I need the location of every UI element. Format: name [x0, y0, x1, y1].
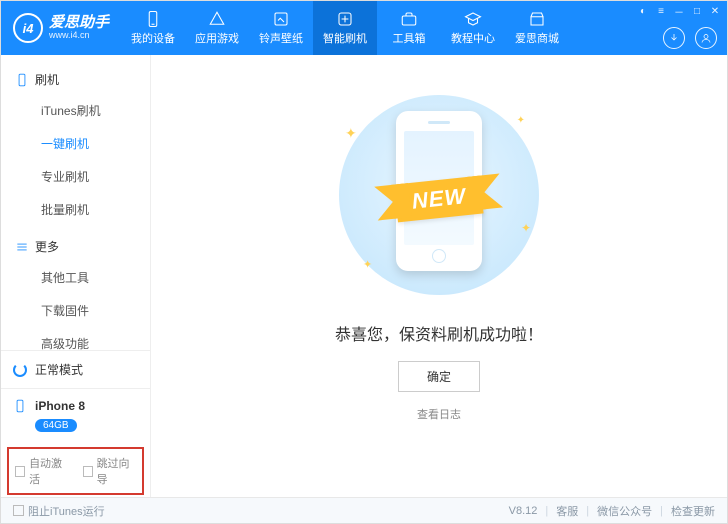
header: i4 爱思助手 www.i4.cn 我的设备 应用游戏 铃声壁纸 智能刷机: [1, 1, 727, 55]
nav-my-device[interactable]: 我的设备: [121, 1, 185, 55]
flash-icon: [335, 10, 355, 28]
main-nav: 我的设备 应用游戏 铃声壁纸 智能刷机 工具箱 教程中心: [121, 1, 569, 55]
sidebar-item-advanced[interactable]: 高级功能: [1, 327, 150, 350]
main-panel: ✦ ✦ ✦ ✦ NEW 恭喜您，保资料刷机成功啦！ 确定 查看日志: [151, 55, 727, 497]
version-label: V8.12: [509, 505, 538, 517]
ok-button[interactable]: 确定: [398, 361, 480, 392]
minimize-icon[interactable]: －: [673, 5, 685, 17]
checkbox-icon: [83, 466, 93, 477]
device-icon: [143, 10, 163, 28]
sidebar-item-itunes-flash[interactable]: iTunes刷机: [1, 94, 150, 127]
footer-link-update[interactable]: 检查更新: [671, 503, 715, 519]
checkbox-auto-activate[interactable]: 自动激活: [15, 455, 69, 487]
school-icon: [463, 10, 483, 28]
app-name: 爱思助手: [49, 15, 109, 32]
app-window: i4 爱思助手 www.i4.cn 我的设备 应用游戏 铃声壁纸 智能刷机: [0, 0, 728, 524]
spinner-icon: [13, 363, 27, 377]
sidebar-section-more: 更多 其他工具 下载固件 高级功能: [1, 232, 150, 350]
nav-media[interactable]: 铃声壁纸: [249, 1, 313, 55]
device-name: iPhone 8: [35, 399, 85, 413]
sidebar-scroll: 刷机 iTunes刷机 一键刷机 专业刷机 批量刷机 更多: [1, 55, 150, 350]
sidebar-item-batch-flash[interactable]: 批量刷机: [1, 193, 150, 226]
phone-icon: [15, 73, 29, 87]
download-button[interactable]: [663, 27, 685, 49]
checkbox-icon: [13, 505, 24, 516]
footer-link-wechat[interactable]: 微信公众号: [597, 503, 652, 519]
sidebar-item-download-firmware[interactable]: 下载固件: [1, 294, 150, 327]
app-url: www.i4.cn: [49, 31, 109, 41]
checkbox-skip-guide[interactable]: 跳过向导: [83, 455, 137, 487]
logo-icon: i4: [13, 13, 43, 43]
media-icon: [271, 10, 291, 28]
body: 刷机 iTunes刷机 一键刷机 专业刷机 批量刷机 更多: [1, 55, 727, 497]
sidebar-section-flash: 刷机 iTunes刷机 一键刷机 专业刷机 批量刷机: [1, 65, 150, 226]
nav-toolbox[interactable]: 工具箱: [377, 1, 441, 55]
close-icon[interactable]: ✕: [709, 5, 721, 17]
sidebar: 刷机 iTunes刷机 一键刷机 专业刷机 批量刷机 更多: [1, 55, 151, 497]
footer: 阻止iTunes运行 V8.12 | 客服 | 微信公众号 | 检查更新: [1, 497, 727, 523]
success-text: 恭喜您，保资料刷机成功啦！: [335, 321, 543, 345]
skin-icon[interactable]: ◐: [637, 5, 649, 17]
sidebar-head-more: 更多: [1, 232, 150, 261]
sidebar-item-oneclick-flash[interactable]: 一键刷机: [1, 127, 150, 160]
nav-flash[interactable]: 智能刷机: [313, 1, 377, 55]
store-icon: [527, 10, 547, 28]
header-right: [663, 27, 717, 49]
nav-apps[interactable]: 应用游戏: [185, 1, 249, 55]
checkbox-icon: [15, 466, 25, 477]
window-controls: ◐ ≡ － □ ✕: [637, 5, 721, 17]
nav-tutorials[interactable]: 教程中心: [441, 1, 505, 55]
device-small-icon: [13, 399, 27, 413]
nav-store[interactable]: 爱思商城: [505, 1, 569, 55]
menu-icon[interactable]: ≡: [655, 5, 667, 17]
checkbox-block-itunes[interactable]: 阻止iTunes运行: [13, 503, 105, 519]
sidebar-item-other-tools[interactable]: 其他工具: [1, 261, 150, 294]
storage-badge: 64GB: [35, 419, 77, 432]
sidebar-mode[interactable]: 正常模式: [1, 350, 150, 388]
more-icon: [15, 240, 29, 254]
view-log-link[interactable]: 查看日志: [417, 406, 461, 422]
maximize-icon[interactable]: □: [691, 5, 703, 17]
logo: i4 爱思助手 www.i4.cn: [1, 13, 121, 43]
options-highlight: 自动激活 跳过向导: [7, 447, 144, 495]
sidebar-head-flash: 刷机: [1, 65, 150, 94]
logo-text: 爱思助手 www.i4.cn: [49, 15, 109, 41]
toolbox-icon: [399, 10, 419, 28]
apps-icon: [207, 10, 227, 28]
user-button[interactable]: [695, 27, 717, 49]
footer-link-support[interactable]: 客服: [556, 503, 578, 519]
sidebar-device[interactable]: iPhone 8 64GB: [1, 388, 150, 443]
success-illustration: ✦ ✦ ✦ ✦ NEW: [339, 95, 539, 295]
sidebar-item-pro-flash[interactable]: 专业刷机: [1, 160, 150, 193]
